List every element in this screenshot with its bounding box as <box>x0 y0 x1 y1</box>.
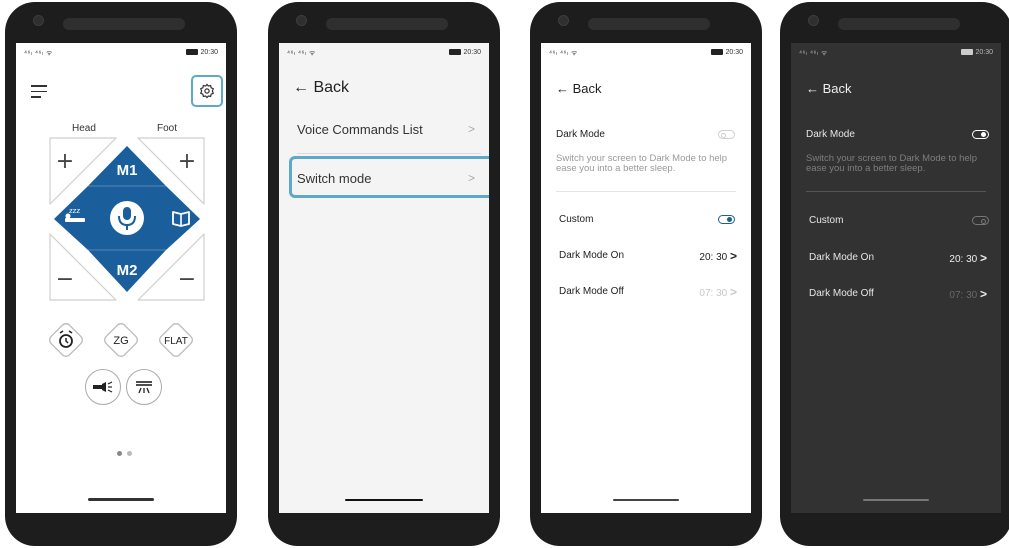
chevron-right-icon: > <box>979 251 987 265</box>
screen-settings-light: ⁴⁶ₗ ⁴⁶ₗ ᯤ 20:30 ← Back Dark Mode Switch … <box>541 43 751 513</box>
back-button[interactable]: ← Back <box>556 81 602 96</box>
battery-icon <box>711 49 724 56</box>
gear-icon <box>200 83 214 99</box>
signal-indicator: ⁴⁶ₗ ⁴⁶ₗ ᯤ <box>24 50 53 57</box>
clock: 20:30 <box>725 49 743 56</box>
battery-icon <box>961 49 974 56</box>
speaker-grille <box>838 18 960 30</box>
head-plus-icon: + <box>56 149 74 174</box>
dark-mode-description: Switch your screen to Dark Mode to help … <box>556 153 728 174</box>
battery-icon <box>449 49 462 56</box>
flashlight-button[interactable] <box>85 369 121 405</box>
chevron-right-icon: > <box>467 171 475 185</box>
phone-remote: ⁴⁶ₗ ⁴⁶ₗ ᯤ 20:30 Head Foot M1 M2 + + − − … <box>5 2 237 546</box>
home-indicator[interactable] <box>88 498 154 501</box>
speaker-grille <box>326 18 448 30</box>
page-indicator <box>117 443 137 461</box>
underbed-light-button[interactable] <box>126 369 162 405</box>
home-indicator[interactable] <box>863 499 929 501</box>
clock: 20:30 <box>463 49 481 56</box>
battery-icon <box>186 49 199 56</box>
list-divider <box>297 153 481 154</box>
clock: 20:30 <box>200 49 218 56</box>
alarm-button[interactable] <box>48 322 85 359</box>
screen-settings-dark: ⁴⁶ₗ ⁴⁶ₗ ᯤ 20:30 ← Back Dark Mode Switch … <box>791 43 1001 513</box>
m1-label: M1 <box>117 162 138 179</box>
back-button[interactable]: ← Back <box>806 81 852 96</box>
flashlight-icon <box>93 381 113 393</box>
home-indicator[interactable] <box>613 499 679 501</box>
screen-menu: ⁴⁶ₗ ⁴⁶ₗ ᯤ 20:30 ← Back Voice Commands Li… <box>279 43 489 513</box>
front-camera <box>808 15 819 26</box>
phone-menu: ⁴⁶ₗ ⁴⁶ₗ ᯤ 20:30 ← Back Voice Commands Li… <box>268 2 500 546</box>
dark-mode-on-label: Dark Mode On <box>559 250 625 261</box>
status-bar: ⁴⁶ₗ ⁴⁶ₗ ᯤ 20:30 <box>549 49 743 61</box>
dark-mode-on-label: Dark Mode On <box>809 252 875 263</box>
m2-label: M2 <box>117 262 138 279</box>
underbed-light-icon <box>136 381 152 394</box>
dark-mode-off-label: Dark Mode Off <box>809 288 874 299</box>
foot-plus-icon: + <box>178 149 196 174</box>
custom-label: Custom <box>559 214 594 225</box>
switch-mode-label: Switch mode <box>297 171 372 186</box>
dark-mode-toggle[interactable] <box>718 130 735 139</box>
dark-mode-label: Dark Mode <box>806 129 855 140</box>
chevron-right-icon: > <box>979 287 987 301</box>
zero-gravity-button[interactable]: ZG <box>103 322 140 359</box>
status-bar: ⁴⁶ₗ ⁴⁶ₗ ᯤ 20:30 <box>24 49 218 61</box>
hamburger-menu-icon[interactable] <box>31 85 47 102</box>
section-divider <box>806 191 986 192</box>
status-bar: ⁴⁶ₗ ⁴⁶ₗ ᯤ 20:30 <box>287 49 481 61</box>
dark-mode-toggle[interactable] <box>972 130 989 139</box>
front-camera <box>558 15 569 26</box>
dark-mode-on-time[interactable]: 20: 30 > <box>949 251 987 265</box>
home-indicator[interactable] <box>345 498 423 501</box>
phone-settings-dark: ⁴⁶ₗ ⁴⁶ₗ ᯤ 20:30 ← Back Dark Mode Switch … <box>780 2 1009 546</box>
chevron-right-icon: > <box>729 285 737 299</box>
screen-remote: ⁴⁶ₗ ⁴⁶ₗ ᯤ 20:30 Head Foot M1 M2 + + − − … <box>16 43 226 513</box>
custom-toggle[interactable] <box>718 215 735 224</box>
svg-text:zzz: zzz <box>69 207 80 215</box>
status-bar: ⁴⁶ₗ ⁴⁶ₗ ᯤ 20:30 <box>799 49 993 61</box>
foot-minus-icon: − <box>178 267 196 292</box>
dark-mode-label: Dark Mode <box>556 129 605 140</box>
function-buttons: ZG FLAT <box>48 322 195 359</box>
voice-commands-item[interactable]: Voice Commands List > <box>297 122 481 137</box>
head-minus-icon: − <box>56 267 74 292</box>
signal-indicator: ⁴⁶ₗ ⁴⁶ₗ ᯤ <box>549 50 578 57</box>
dark-mode-off-label: Dark Mode Off <box>559 286 624 297</box>
dark-mode-off-time[interactable]: 07: 30 > <box>699 285 737 299</box>
zg-label: ZG <box>113 335 128 347</box>
speaker-grille <box>63 18 185 30</box>
flat-label: FLAT <box>164 336 188 347</box>
dark-mode-off-time[interactable]: 07: 30 > <box>949 287 987 301</box>
bed-control-pad: M1 M2 + + − − zzz <box>49 137 205 301</box>
settings-button[interactable] <box>191 75 223 107</box>
chevron-right-icon: > <box>729 249 737 263</box>
signal-indicator: ⁴⁶ₗ ⁴⁶ₗ ᯤ <box>799 50 828 57</box>
flat-button[interactable]: FLAT <box>158 322 195 359</box>
signal-indicator: ⁴⁶ₗ ⁴⁶ₗ ᯤ <box>287 50 316 57</box>
head-label: Head <box>72 123 96 134</box>
switch-mode-item[interactable]: Switch mode > <box>297 171 481 186</box>
voice-commands-label: Voice Commands List <box>297 122 423 137</box>
chevron-right-icon: > <box>467 122 475 136</box>
section-divider <box>556 191 736 192</box>
front-camera <box>296 15 307 26</box>
custom-toggle[interactable] <box>972 216 989 225</box>
speaker-grille <box>588 18 710 30</box>
custom-label: Custom <box>809 215 844 226</box>
back-button[interactable]: ← Back <box>293 79 349 97</box>
dark-mode-description: Switch your screen to Dark Mode to help … <box>806 153 978 174</box>
clock: 20:30 <box>975 49 993 56</box>
front-camera <box>33 15 44 26</box>
foot-label: Foot <box>157 123 178 134</box>
phone-settings-light: ⁴⁶ₗ ⁴⁶ₗ ᯤ 20:30 ← Back Dark Mode Switch … <box>530 2 762 546</box>
dark-mode-on-time[interactable]: 20: 30 > <box>699 249 737 263</box>
